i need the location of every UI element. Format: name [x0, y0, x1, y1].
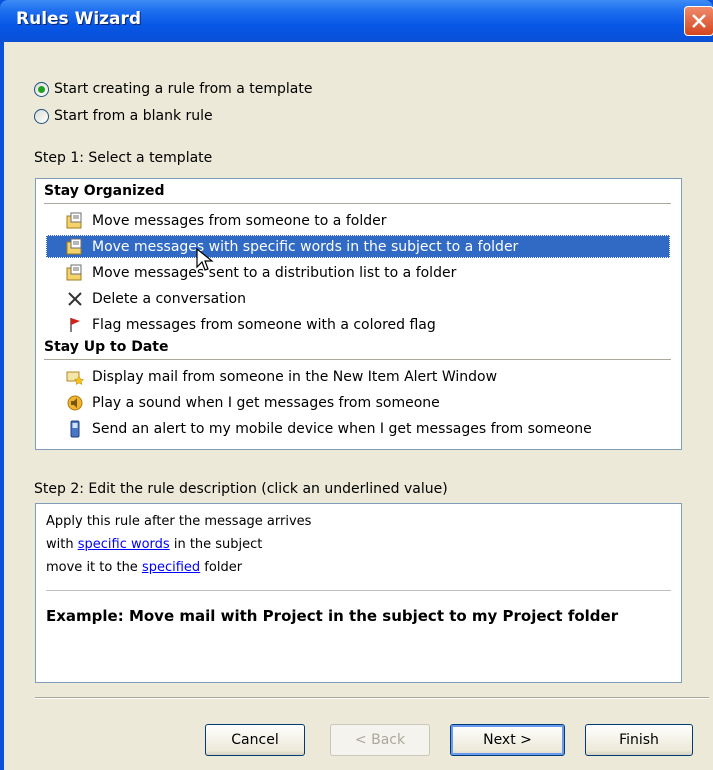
- desc-line-3-post: folder: [200, 560, 243, 575]
- option-template[interactable]: Start creating a rule from a template: [34, 79, 312, 99]
- folder-move-icon: [66, 212, 84, 230]
- group-stay-up-to-date: Stay Up to Date: [44, 339, 671, 360]
- delete-x-icon: [66, 290, 84, 308]
- group-stay-organized: Stay Organized: [44, 183, 671, 204]
- desc-line-2-post: in the subject: [169, 537, 263, 552]
- flag-icon: [66, 316, 84, 334]
- template-item-label: Move messages with specific words in the…: [92, 238, 519, 255]
- option-blank[interactable]: Start from a blank rule: [34, 106, 213, 126]
- template-item-move-from-someone[interactable]: Move messages from someone to a folder: [66, 209, 386, 232]
- close-icon: [692, 14, 706, 28]
- template-list[interactable]: Stay Organized Move messages from someon…: [35, 178, 682, 450]
- option-blank-label: Start from a blank rule: [54, 108, 213, 124]
- template-item-display-mail[interactable]: Display mail from someone in the New Ite…: [66, 365, 497, 388]
- desc-line-3-pre: move it to the: [46, 560, 142, 575]
- rule-example: Example: Move mail with Project in the s…: [46, 607, 619, 625]
- step1-label: Step 1: Select a template: [34, 150, 213, 166]
- template-item-delete-conversation[interactable]: Delete a conversation: [66, 287, 246, 310]
- step2-label: Step 2: Edit the rule description (click…: [34, 481, 448, 497]
- folder-move-icon: [66, 238, 84, 256]
- specified-folder-link[interactable]: specified: [142, 560, 200, 575]
- template-item-move-distribution-list[interactable]: Move messages sent to a distribution lis…: [66, 261, 456, 284]
- template-item-mobile-alert[interactable]: Send an alert to my mobile device when I…: [66, 417, 592, 440]
- template-item-label: Play a sound when I get messages from so…: [92, 394, 440, 411]
- desc-line-1: Apply this rule after the message arrive…: [46, 514, 311, 529]
- alert-star-icon: [66, 368, 85, 386]
- option-template-label: Start creating a rule from a template: [54, 81, 313, 97]
- specific-words-link[interactable]: specific words: [78, 537, 170, 552]
- desc-line-2: with specific words in the subject: [46, 537, 262, 552]
- description-divider: [46, 590, 671, 591]
- back-button[interactable]: < Back: [330, 724, 430, 756]
- folder-move-icon: [66, 264, 84, 282]
- template-item-label: Delete a conversation: [92, 290, 246, 307]
- template-item-move-specific-words[interactable]: Move messages with specific words in the…: [46, 235, 670, 258]
- group-stay-organized-title: Stay Organized: [44, 183, 165, 199]
- finish-button[interactable]: Finish: [585, 724, 693, 756]
- desc-line-1-text: Apply this rule after the message arrive…: [46, 514, 312, 529]
- template-item-label: Send an alert to my mobile device when I…: [92, 420, 592, 437]
- rule-description-box: Apply this rule after the message arrive…: [35, 503, 682, 683]
- template-item-label: Display mail from someone in the New Ite…: [92, 368, 498, 385]
- speaker-icon: [66, 394, 84, 412]
- desc-line-3: move it to the specified folder: [46, 560, 242, 575]
- close-button[interactable]: [684, 6, 713, 36]
- template-item-label: Move messages sent to a distribution lis…: [92, 264, 457, 281]
- next-button[interactable]: Next >: [450, 724, 565, 756]
- title-bar[interactable]: Rules Wizard: [0, 0, 713, 42]
- window-title: Rules Wizard: [16, 9, 142, 29]
- desc-line-2-pre: with: [46, 537, 78, 552]
- mobile-icon: [66, 420, 84, 438]
- group-stay-up-to-date-title: Stay Up to Date: [44, 339, 169, 355]
- template-item-label: Move messages from someone to a folder: [92, 212, 387, 229]
- template-item-label: Flag messages from someone with a colore…: [92, 316, 436, 333]
- cancel-button[interactable]: Cancel: [205, 724, 305, 756]
- radio-template[interactable]: [34, 81, 49, 97]
- mouse-cursor-icon: [196, 247, 218, 278]
- button-separator: [35, 697, 709, 699]
- template-item-play-sound[interactable]: Play a sound when I get messages from so…: [66, 391, 440, 414]
- rules-wizard-window: Rules Wizard Start creating a rule from …: [0, 0, 713, 770]
- radio-blank[interactable]: [34, 108, 49, 124]
- template-item-flag-messages[interactable]: Flag messages from someone with a colore…: [66, 313, 436, 336]
